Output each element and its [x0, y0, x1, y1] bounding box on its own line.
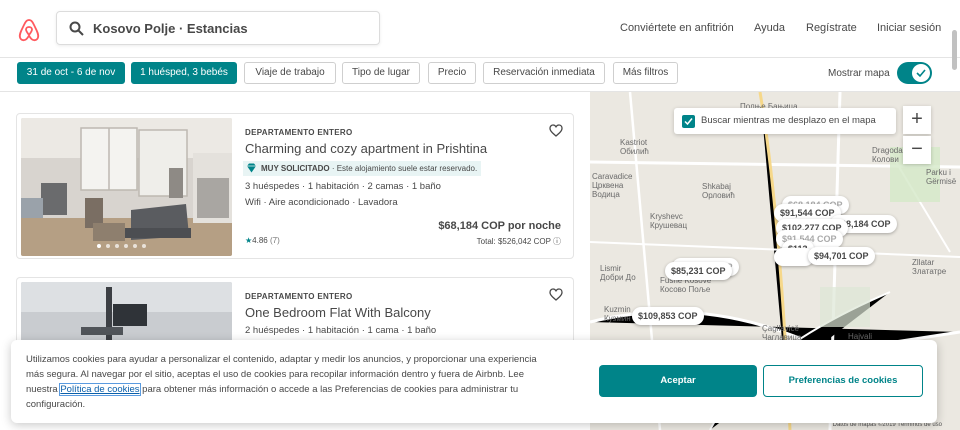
- cookie-text: Utilizamos cookies para ayudar a persona…: [26, 352, 546, 412]
- place-type-filter-button[interactable]: Tipo de lugar: [342, 62, 420, 84]
- search-bar[interactable]: Kosovo Polje · Estancias: [56, 11, 380, 45]
- scrollbar-thumb[interactable]: [952, 30, 957, 70]
- listing-amenities: Wifi · Aire acondicionado · Lavadora: [245, 197, 398, 208]
- review-count: (7): [269, 236, 280, 245]
- town-label: Kryshevc Крушевац: [650, 212, 688, 230]
- listing-details: 3 huéspedes · 1 habitación · 2 camas · 1…: [245, 181, 441, 192]
- cookie-policy-link[interactable]: Política de cookies: [59, 383, 141, 396]
- badge-text: · Este alojamiento suele estar reservado…: [329, 164, 478, 173]
- town-label: Caravadice Црквена Водица: [592, 172, 633, 199]
- rare-find-badge: MUY SOLICITADO · Este alojamiento suele …: [243, 161, 482, 176]
- listing-type: DEPARTAMENTO ENTERO: [245, 292, 353, 301]
- page-scrollbar[interactable]: [950, 8, 958, 408]
- listing-photo[interactable]: [21, 118, 232, 256]
- price-marker[interactable]: $85,231 COP: [665, 262, 732, 280]
- town-label: Zllatar Злататре: [912, 258, 947, 276]
- carousel-dot[interactable]: [97, 244, 101, 248]
- rating-value: 4.86: [252, 236, 268, 245]
- town-label: Dragodan Колови: [872, 146, 908, 164]
- heart-icon[interactable]: [549, 124, 563, 137]
- search-as-move-checkbox[interactable]: Buscar mientras me desplazo en el mapa: [674, 108, 896, 134]
- show-map-label: Mostrar mapa: [828, 68, 890, 79]
- carousel-dot[interactable]: [115, 244, 119, 248]
- cookie-banner: Utilizamos cookies para ayudar a persona…: [11, 340, 937, 423]
- nav-signup-link[interactable]: Regístrate: [806, 22, 857, 34]
- listing-type: DEPARTAMENTO ENTERO: [245, 128, 353, 137]
- price-marker[interactable]: $94,701 COP: [808, 247, 875, 265]
- accept-cookies-button[interactable]: Aceptar: [599, 365, 757, 397]
- search-query[interactable]: Kosovo Polje · Estancias: [93, 21, 248, 36]
- nav-help-link[interactable]: Ayuda: [754, 22, 785, 34]
- nav-login-link[interactable]: Iniciar sesión: [877, 22, 941, 34]
- diamond-icon: [247, 163, 256, 173]
- checkmark-icon: [684, 118, 693, 126]
- filter-bar: 31 de oct - 6 de nov 1 huésped, 3 bebés …: [0, 58, 960, 92]
- checkmark-icon: [916, 69, 926, 78]
- heart-icon[interactable]: [549, 288, 563, 301]
- guests-filter-button[interactable]: 1 huésped, 3 bebés: [131, 62, 237, 84]
- price-marker[interactable]: $109,853 COP: [632, 307, 704, 325]
- checkbox[interactable]: [682, 115, 695, 128]
- carousel-dot[interactable]: [106, 244, 110, 248]
- work-trip-filter-button[interactable]: Viaje de trabajo: [244, 62, 336, 84]
- photo-carousel-dots[interactable]: [97, 244, 146, 248]
- listing-price: $68,184 COP por noche: [438, 220, 561, 232]
- cookie-preferences-button[interactable]: Preferencias de cookies: [763, 365, 923, 397]
- listing-total[interactable]: Total: $526,042 COP ⓘ: [477, 236, 561, 247]
- airbnb-logo-icon[interactable]: [18, 18, 40, 42]
- town-label: Kuzmin Кузмин: [604, 305, 631, 323]
- instant-book-filter-button[interactable]: Reservación inmediata: [483, 62, 605, 84]
- toggle-knob: [912, 64, 930, 82]
- search-icon: [69, 21, 84, 36]
- town-label: Shkabaj Орловић: [702, 182, 735, 200]
- town-label: Kastriot Обилић: [620, 138, 649, 156]
- listing-rating: ★4.86 (7): [245, 236, 280, 245]
- zoom-out-button[interactable]: −: [903, 136, 931, 164]
- carousel-dot[interactable]: [124, 244, 128, 248]
- town-label: Lismir Добри До: [600, 264, 636, 282]
- more-filters-button[interactable]: Más filtros: [613, 62, 678, 84]
- listing-card[interactable]: DEPARTAMENTO ENTERO Charming and cozy ap…: [16, 113, 574, 259]
- price-filter-button[interactable]: Precio: [428, 62, 476, 84]
- nav-host-link[interactable]: Conviértete en anfitrión: [620, 22, 734, 34]
- listing-title[interactable]: Charming and cozy apartment in Prishtina: [245, 141, 487, 156]
- show-map-toggle[interactable]: [897, 62, 932, 84]
- carousel-dot[interactable]: [142, 244, 146, 248]
- zoom-in-button[interactable]: +: [903, 106, 931, 134]
- carousel-dot[interactable]: [133, 244, 137, 248]
- dates-filter-button[interactable]: 31 de oct - 6 de nov: [17, 62, 125, 84]
- search-as-move-label: Buscar mientras me desplazo en el mapa: [701, 115, 876, 126]
- top-header: Kosovo Polje · Estancias Conviértete en …: [0, 0, 960, 58]
- badge-label: MUY SOLICITADO: [261, 164, 330, 173]
- listing-title[interactable]: One Bedroom Flat With Balcony: [245, 305, 431, 320]
- listing-details: 2 huéspedes · 1 habitación · 1 cama · 1 …: [245, 325, 437, 336]
